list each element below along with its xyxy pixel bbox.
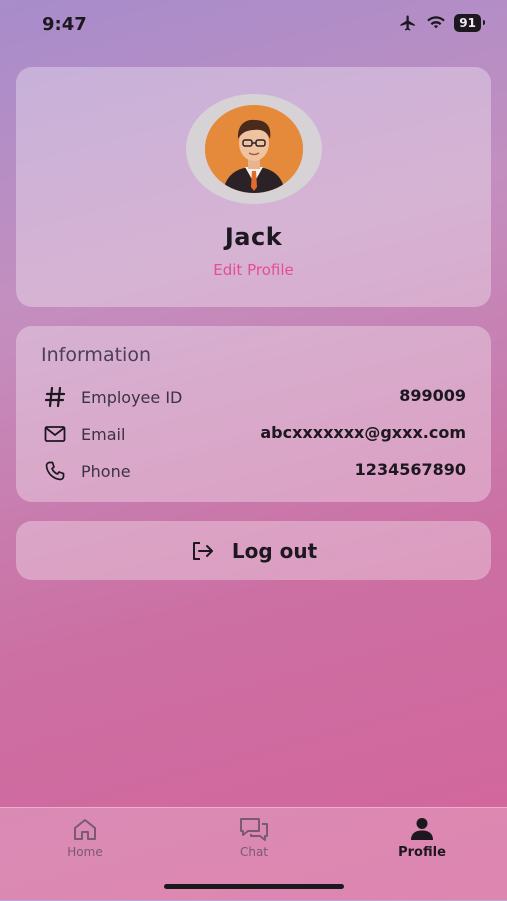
email-value: abcxxxxxxx@gxxx.com [260, 423, 466, 442]
phone-value: 1234567890 [354, 460, 466, 479]
profile-name: Jack [224, 223, 283, 251]
wifi-icon [427, 16, 446, 29]
hash-icon [44, 386, 66, 408]
person-icon [411, 818, 433, 840]
info-row-employee-id: Employee ID 899009 [16, 383, 491, 413]
home-icon [74, 819, 96, 840]
information-title: Information [41, 344, 151, 366]
status-time: 9:47 [42, 14, 87, 35]
phone-icon [45, 461, 65, 481]
logout-label: Log out [231, 538, 318, 563]
phone-label: Phone [81, 462, 131, 481]
email-label: Email [81, 425, 126, 444]
avatar-image [205, 105, 303, 193]
employee-id-label: Employee ID [81, 388, 183, 407]
employee-id-value: 899009 [399, 386, 466, 405]
tab-home[interactable]: Home [30, 816, 140, 871]
tab-chat-label: Chat [239, 845, 269, 859]
edit-profile-link[interactable]: Edit Profile [16, 261, 491, 279]
person-illustration [205, 105, 303, 193]
avatar[interactable] [186, 94, 322, 204]
tab-profile-label: Profile [398, 845, 446, 860]
logout-icon [192, 541, 213, 560]
battery-indicator: 91 [454, 14, 485, 32]
status-bar: 9:47 91 [0, 0, 507, 50]
profile-card: Jack Edit Profile [16, 67, 491, 307]
info-row-phone: Phone 1234567890 [16, 457, 491, 487]
airplane-icon [400, 15, 416, 31]
tab-home-label: Home [67, 845, 103, 859]
tab-profile[interactable]: Profile [367, 816, 477, 871]
chat-icon [240, 818, 268, 841]
status-icons: 91 [398, 14, 485, 32]
info-row-email: Email abcxxxxxxx@gxxx.com [16, 420, 491, 450]
home-indicator [164, 884, 344, 889]
information-card: Information Employee ID 899009 Email abc… [16, 326, 491, 502]
mail-icon [44, 426, 66, 442]
logout-button[interactable]: Log out [16, 521, 491, 580]
tab-chat[interactable]: Chat [199, 816, 309, 871]
